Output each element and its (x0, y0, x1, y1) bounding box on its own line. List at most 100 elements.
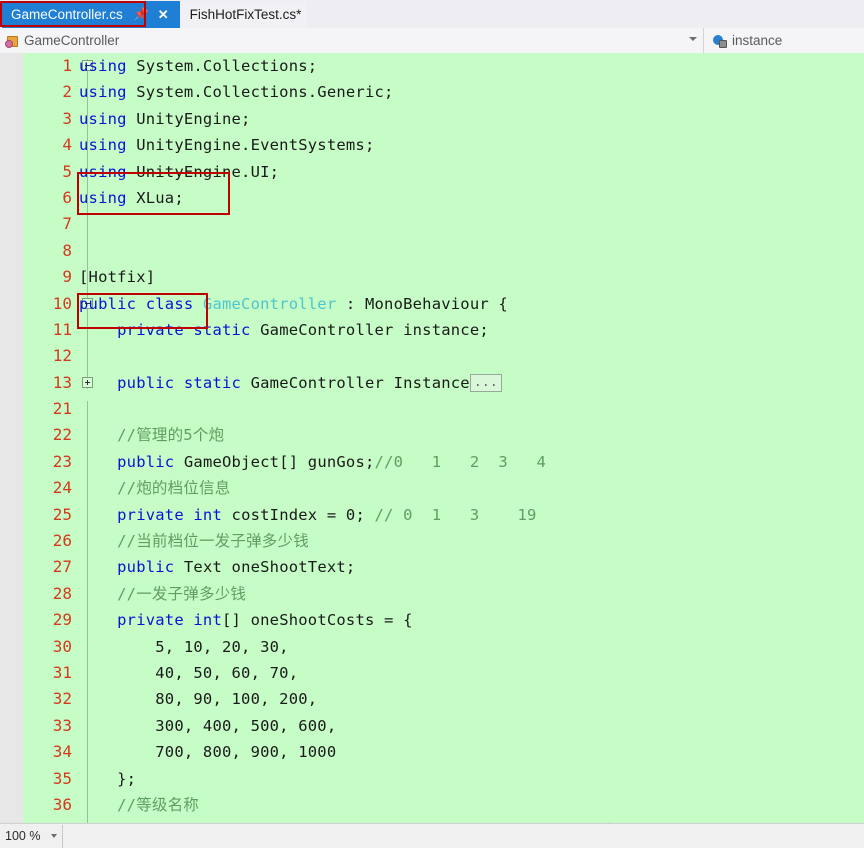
chevron-down-icon[interactable] (51, 834, 57, 838)
line-number: 32 (52, 689, 72, 709)
code-line[interactable]: 28 //一发子弹多少钱 (23, 581, 864, 607)
code-text: using UnityEngine.UI; (79, 159, 279, 185)
code-text: 80, 90, 100, 200, (79, 686, 317, 712)
code-token: using (79, 83, 127, 102)
member-dropdown[interactable]: instance (704, 28, 864, 53)
code-line[interactable]: 9 [Hotfix] (23, 264, 864, 290)
code-line[interactable]: 30 5, 10, 20, 30, (23, 634, 864, 660)
code-token: private int (117, 611, 222, 630)
code-line[interactable]: 12 (23, 343, 864, 369)
code-token: GameController instance; (250, 320, 489, 339)
code-text: public Text oneShootText; (79, 554, 355, 580)
code-token: //管理的5个炮 (79, 426, 225, 445)
line-number: 1 (62, 56, 72, 75)
code-line[interactable]: 8 (23, 238, 864, 264)
line-number: 21 (52, 399, 72, 419)
code-editor[interactable]: 1 using System.Collections; 2 using System.… (0, 53, 864, 823)
tab-label: FishHotFixTest.cs* (189, 7, 302, 22)
code-line[interactable]: 31 40, 50, 60, 70, (23, 660, 864, 686)
tab-fishhotfixtest-cs[interactable]: FishHotFixTest.cs* (176, 1, 308, 28)
code-line[interactable]: 36 //等级名称 (23, 792, 864, 818)
code-text: private int costIndex = 0; // 0 1 3 19 (79, 502, 537, 528)
chevron-down-icon[interactable] (689, 37, 697, 41)
line-number: 7 (62, 214, 72, 234)
tab-label: GameController.cs (11, 7, 123, 22)
type-dropdown-label: GameController (24, 33, 120, 48)
code-token: using (79, 162, 127, 181)
code-line[interactable]: 25 private int costIndex = 0; // 0 1 3 1… (23, 502, 864, 528)
code-token: [Hotfix] (79, 268, 156, 287)
code-token: private int (117, 505, 222, 524)
code-token: //当前档位一发子弹多少钱 (79, 532, 309, 551)
line-number: 33 (52, 715, 72, 735)
code-line[interactable]: 13 public static GameController Instance… (23, 370, 864, 396)
code-text: using UnityEngine; (79, 106, 251, 132)
code-line[interactable]: 2 using System.Collections.Generic; (23, 79, 864, 105)
code-token: GameController (202, 294, 337, 313)
status-bar-filler (63, 824, 864, 848)
line-number: 24 (52, 478, 72, 498)
code-line[interactable]: 21 (23, 396, 864, 422)
code-token: System.Collections.Generic; (126, 83, 394, 102)
code-text: 5, 10, 20, 30, (79, 634, 289, 660)
code-token: using (79, 57, 127, 75)
code-token: 700, 800, 900, 1000 (79, 743, 337, 762)
class-icon (5, 34, 19, 48)
code-token: 300, 400, 500, 600, (79, 716, 337, 735)
code-token: public (117, 452, 175, 471)
line-number: 11 (52, 319, 72, 339)
code-line[interactable]: 5 using UnityEngine.UI; (23, 159, 864, 185)
code-token: using (79, 136, 127, 155)
code-line[interactable]: 27 public Text oneShootText; (23, 554, 864, 580)
code-line[interactable]: 11 private static GameController instanc… (23, 317, 864, 343)
code-line[interactable]: 22 //管理的5个炮 (23, 422, 864, 448)
code-token: using (79, 109, 127, 128)
code-token: UnityEngine.UI; (126, 162, 280, 181)
code-token: GameObject[] gunGos; (174, 452, 375, 471)
code-token: //炮的档位信息 (79, 479, 231, 498)
code-line[interactable]: 23 public GameObject[] gunGos;//0 1 2 3 … (23, 449, 864, 475)
code-line[interactable]: 29 private int[] oneShootCosts = { (23, 607, 864, 633)
type-dropdown[interactable]: GameController (0, 28, 704, 53)
collapsed-region-ellipsis[interactable]: ... (469, 373, 502, 392)
code-text: }; (79, 766, 136, 792)
code-line[interactable]: 3 using UnityEngine; (23, 106, 864, 132)
code-text: //一发子弹多少钱 (79, 581, 246, 607)
tab-gamecontroller-cs[interactable]: GameController.cs 📌 ✕ (2, 1, 177, 28)
code-text: 40, 50, 60, 70, (79, 660, 298, 686)
code-text: private static GameController instance; (79, 317, 489, 343)
code-text: //等级名称 (79, 792, 199, 818)
code-text: using XLua; (79, 185, 184, 211)
code-text: 300, 400, 500, 600, (79, 713, 336, 739)
pin-icon[interactable]: 📌 (134, 8, 149, 20)
code-line[interactable]: 6 using XLua; (23, 185, 864, 211)
line-number: 5 (62, 161, 72, 181)
code-token: UnityEngine; (126, 109, 251, 128)
code-text: private int[] oneShootCosts = { (79, 607, 413, 633)
line-number: 29 (52, 610, 72, 630)
code-line[interactable]: 26 //当前档位一发子弹多少钱 (23, 528, 864, 554)
code-line[interactable]: 1 using System.Collections; (23, 53, 864, 79)
zoom-level-selector[interactable]: 100 % (0, 824, 63, 848)
line-number: 34 (52, 742, 72, 762)
code-line[interactable]: 33 300, 400, 500, 600, (23, 713, 864, 739)
code-token: 80, 90, 100, 200, (79, 690, 318, 709)
code-line[interactable]: 34 700, 800, 900, 1000 (23, 739, 864, 765)
code-text: [Hotfix] (79, 264, 155, 290)
code-line[interactable]: 7 (23, 211, 864, 237)
code-line[interactable]: 10 public class GameController : MonoBeha… (23, 291, 864, 317)
code-line[interactable]: 32 80, 90, 100, 200, (23, 686, 864, 712)
navigation-bar: GameController instance (0, 28, 864, 54)
selection-margin[interactable] (0, 53, 23, 823)
code-surface[interactable]: 1 using System.Collections; 2 using System.… (23, 53, 864, 823)
code-line[interactable]: 24 //炮的档位信息 (23, 475, 864, 501)
code-text: using UnityEngine.EventSystems; (79, 132, 375, 158)
code-token: public static (117, 373, 242, 392)
line-number: 36 (52, 794, 72, 814)
code-line[interactable]: 35 }; (23, 766, 864, 792)
code-token: XLua; (126, 188, 184, 207)
code-line[interactable]: 4 using UnityEngine.EventSystems; (23, 132, 864, 158)
code-token: }; (79, 769, 137, 788)
close-icon[interactable]: ✕ (158, 8, 169, 21)
